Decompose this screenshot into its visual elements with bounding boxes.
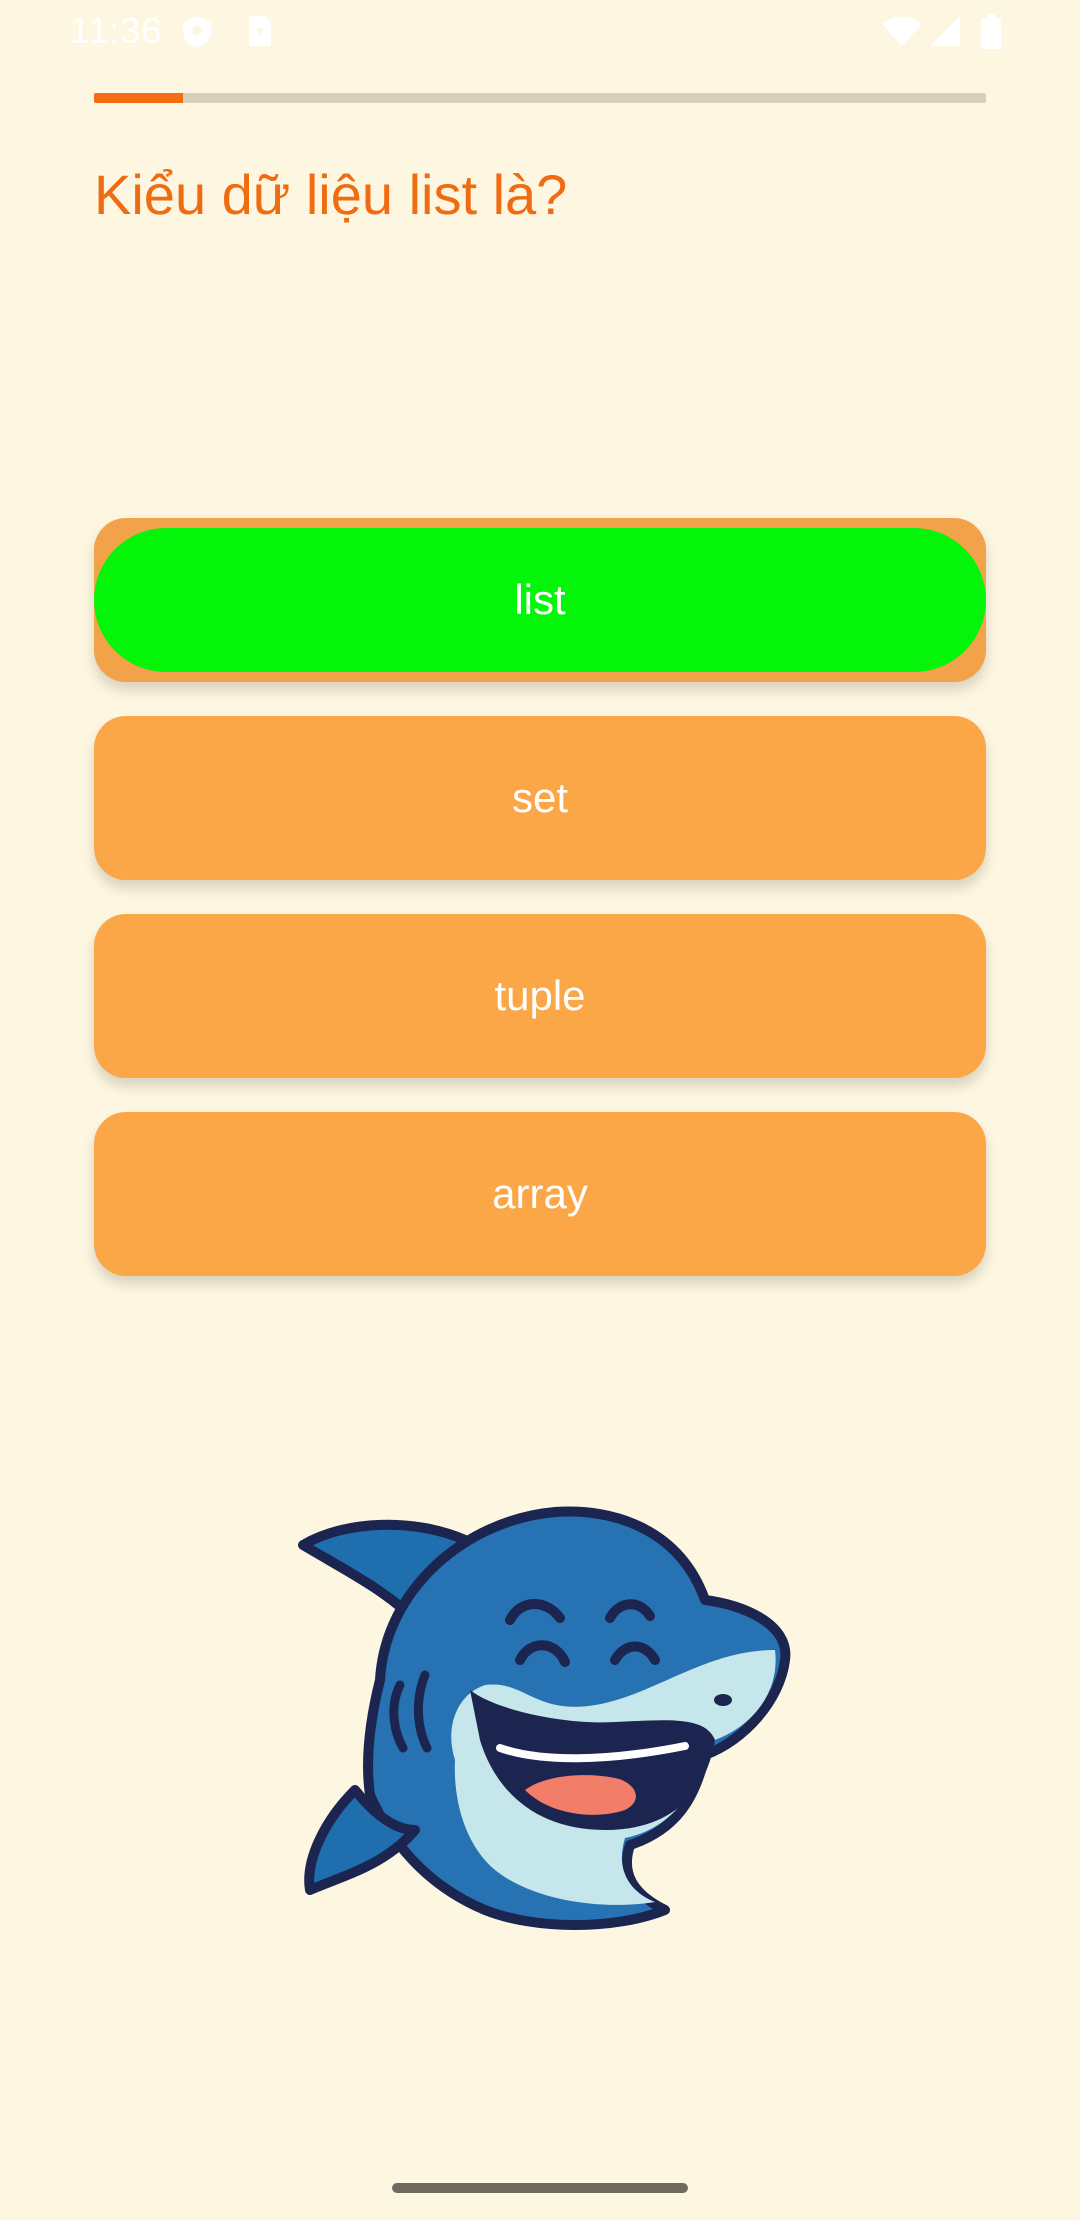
signal-icon [930, 16, 960, 46]
wifi-icon [882, 16, 922, 46]
answer-option-set[interactable]: set [94, 716, 986, 880]
quiz-progress-bar [94, 93, 986, 103]
answer-option-list[interactable]: list [94, 518, 986, 682]
answer-label: set [511, 774, 569, 821]
correct-answer-highlight: list [94, 528, 986, 672]
battery-icon [981, 14, 1001, 49]
answer-label: tuple [494, 972, 586, 1019]
answer-option-tuple[interactable]: tuple [94, 914, 986, 1078]
answer-label: array [492, 1170, 588, 1217]
home-indicator[interactable] [392, 2183, 688, 2193]
question-text: Kiểu dữ liệu list là? [94, 163, 568, 226]
shark-mascot-image [298, 1506, 791, 1930]
status-bar: 11:36 [0, 0, 1080, 64]
shield-icon [183, 16, 211, 48]
quiz-progress-fill [94, 93, 184, 103]
answer-label: list [514, 576, 566, 623]
sim-card-icon [249, 16, 271, 46]
status-time: 11:36 [70, 10, 163, 51]
answer-option-array[interactable]: array [94, 1112, 986, 1276]
